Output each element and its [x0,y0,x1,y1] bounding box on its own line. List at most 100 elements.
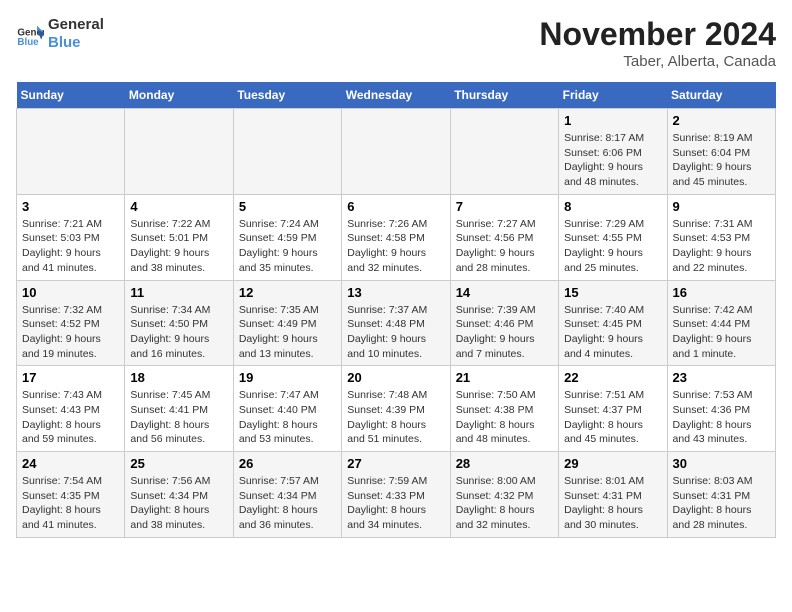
day-info: Sunrise: 7:34 AM Sunset: 4:50 PM Dayligh… [130,303,227,362]
day-info: Sunrise: 7:42 AM Sunset: 4:44 PM Dayligh… [673,303,770,362]
day-number: 15 [564,285,661,300]
day-number: 22 [564,370,661,385]
day-cell: 23 Sunrise: 7:53 AM Sunset: 4:36 PM Dayli… [667,366,775,452]
day-cell: 22Sunrise: 7:51 AM Sunset: 4:37 PM Dayli… [559,366,667,452]
day-cell: 3 Sunrise: 7:21 AM Sunset: 5:03 PM Daylig… [17,194,125,280]
day-cell: 17 Sunrise: 7:43 AM Sunset: 4:43 PM Dayli… [17,366,125,452]
day-number: 28 [456,456,553,471]
day-cell [233,109,341,195]
day-number: 7 [456,199,553,214]
day-info: Sunrise: 7:29 AM Sunset: 4:55 PM Dayligh… [564,217,661,276]
day-cell [450,109,558,195]
logo-general: General [48,16,104,34]
day-info: Sunrise: 8:19 AM Sunset: 6:04 PM Dayligh… [673,131,770,190]
day-cell [17,109,125,195]
day-info: Sunrise: 7:32 AM Sunset: 4:52 PM Dayligh… [22,303,119,362]
day-number: 17 [22,370,119,385]
logo-blue: Blue [48,34,104,52]
day-info: Sunrise: 7:45 AM Sunset: 4:41 PM Dayligh… [130,388,227,447]
day-number: 14 [456,285,553,300]
day-info: Sunrise: 7:48 AM Sunset: 4:39 PM Dayligh… [347,388,444,447]
day-info: Sunrise: 8:17 AM Sunset: 6:06 PM Dayligh… [564,131,661,190]
day-cell: 7 Sunrise: 7:27 AM Sunset: 4:56 PM Daylig… [450,194,558,280]
day-number: 30 [673,456,770,471]
day-cell: 18Sunrise: 7:45 AM Sunset: 4:41 PM Dayli… [125,366,233,452]
day-number: 3 [22,199,119,214]
day-number: 27 [347,456,444,471]
day-cell: 6 Sunrise: 7:26 AM Sunset: 4:58 PM Daylig… [342,194,450,280]
day-number: 6 [347,199,444,214]
day-cell: 24 Sunrise: 7:54 AM Sunset: 4:35 PM Dayli… [17,452,125,538]
day-number: 1 [564,113,661,128]
day-number: 26 [239,456,336,471]
day-cell: 16 Sunrise: 7:42 AM Sunset: 4:44 PM Dayli… [667,280,775,366]
week-row-5: 24 Sunrise: 7:54 AM Sunset: 4:35 PM Dayli… [17,452,776,538]
day-cell: 9 Sunrise: 7:31 AM Sunset: 4:53 PM Daylig… [667,194,775,280]
day-info: Sunrise: 7:39 AM Sunset: 4:46 PM Dayligh… [456,303,553,362]
day-info: Sunrise: 7:22 AM Sunset: 5:01 PM Dayligh… [130,217,227,276]
weekday-header-saturday: Saturday [667,82,775,109]
day-info: Sunrise: 7:37 AM Sunset: 4:48 PM Dayligh… [347,303,444,362]
day-number: 9 [673,199,770,214]
weekday-header-thursday: Thursday [450,82,558,109]
day-cell: 12Sunrise: 7:35 AM Sunset: 4:49 PM Dayli… [233,280,341,366]
day-cell: 25 Sunrise: 7:56 AM Sunset: 4:34 PM Dayli… [125,452,233,538]
week-row-2: 3 Sunrise: 7:21 AM Sunset: 5:03 PM Daylig… [17,194,776,280]
day-info: Sunrise: 7:24 AM Sunset: 4:59 PM Dayligh… [239,217,336,276]
day-info: Sunrise: 8:00 AM Sunset: 4:32 PM Dayligh… [456,474,553,533]
day-info: Sunrise: 7:31 AM Sunset: 4:53 PM Dayligh… [673,217,770,276]
day-info: Sunrise: 7:43 AM Sunset: 4:43 PM Dayligh… [22,388,119,447]
week-row-1: 1 Sunrise: 8:17 AM Sunset: 6:06 PM Daylig… [17,109,776,195]
day-info: Sunrise: 7:35 AM Sunset: 4:49 PM Dayligh… [239,303,336,362]
day-number: 11 [130,285,227,300]
day-number: 2 [673,113,770,128]
day-info: Sunrise: 8:03 AM Sunset: 4:31 PM Dayligh… [673,474,770,533]
day-cell: 10 Sunrise: 7:32 AM Sunset: 4:52 PM Dayli… [17,280,125,366]
day-info: Sunrise: 7:56 AM Sunset: 4:34 PM Dayligh… [130,474,227,533]
day-cell: 30 Sunrise: 8:03 AM Sunset: 4:31 PM Dayli… [667,452,775,538]
day-cell: 4Sunrise: 7:22 AM Sunset: 5:01 PM Daylig… [125,194,233,280]
day-info: Sunrise: 7:59 AM Sunset: 4:33 PM Dayligh… [347,474,444,533]
day-number: 24 [22,456,119,471]
day-info: Sunrise: 7:54 AM Sunset: 4:35 PM Dayligh… [22,474,119,533]
day-cell: 14 Sunrise: 7:39 AM Sunset: 4:46 PM Dayli… [450,280,558,366]
calendar-table: SundayMondayTuesdayWednesdayThursdayFrid… [16,82,776,538]
day-cell: 15Sunrise: 7:40 AM Sunset: 4:45 PM Dayli… [559,280,667,366]
day-cell: 21Sunrise: 7:50 AM Sunset: 4:38 PM Dayli… [450,366,558,452]
day-cell: 5 Sunrise: 7:24 AM Sunset: 4:59 PM Daylig… [233,194,341,280]
title-block: November 2024 Taber, Alberta, Canada [539,16,776,70]
day-cell: 27 Sunrise: 7:59 AM Sunset: 4:33 PM Dayli… [342,452,450,538]
weekday-header-wednesday: Wednesday [342,82,450,109]
day-number: 25 [130,456,227,471]
weekday-header-tuesday: Tuesday [233,82,341,109]
day-number: 16 [673,285,770,300]
week-row-4: 17 Sunrise: 7:43 AM Sunset: 4:43 PM Dayli… [17,366,776,452]
day-cell: 20 Sunrise: 7:48 AM Sunset: 4:39 PM Dayli… [342,366,450,452]
day-number: 20 [347,370,444,385]
logo-icon: General Blue [16,20,44,48]
logo: General Blue General Blue [16,16,104,52]
day-cell: 1 Sunrise: 8:17 AM Sunset: 6:06 PM Daylig… [559,109,667,195]
day-cell [342,109,450,195]
day-number: 5 [239,199,336,214]
day-number: 23 [673,370,770,385]
weekday-header-row: SundayMondayTuesdayWednesdayThursdayFrid… [17,82,776,109]
day-info: Sunrise: 7:47 AM Sunset: 4:40 PM Dayligh… [239,388,336,447]
day-number: 19 [239,370,336,385]
day-info: Sunrise: 7:53 AM Sunset: 4:36 PM Dayligh… [673,388,770,447]
day-cell: 26 Sunrise: 7:57 AM Sunset: 4:34 PM Dayli… [233,452,341,538]
day-cell: 19 Sunrise: 7:47 AM Sunset: 4:40 PM Dayli… [233,366,341,452]
day-number: 21 [456,370,553,385]
weekday-header-monday: Monday [125,82,233,109]
day-number: 10 [22,285,119,300]
location: Taber, Alberta, Canada [539,53,776,70]
day-cell: 11 Sunrise: 7:34 AM Sunset: 4:50 PM Dayli… [125,280,233,366]
day-info: Sunrise: 7:26 AM Sunset: 4:58 PM Dayligh… [347,217,444,276]
day-info: Sunrise: 7:27 AM Sunset: 4:56 PM Dayligh… [456,217,553,276]
day-info: Sunrise: 7:57 AM Sunset: 4:34 PM Dayligh… [239,474,336,533]
day-number: 13 [347,285,444,300]
month-title: November 2024 [539,16,776,53]
day-number: 29 [564,456,661,471]
day-info: Sunrise: 7:21 AM Sunset: 5:03 PM Dayligh… [22,217,119,276]
weekday-header-sunday: Sunday [17,82,125,109]
